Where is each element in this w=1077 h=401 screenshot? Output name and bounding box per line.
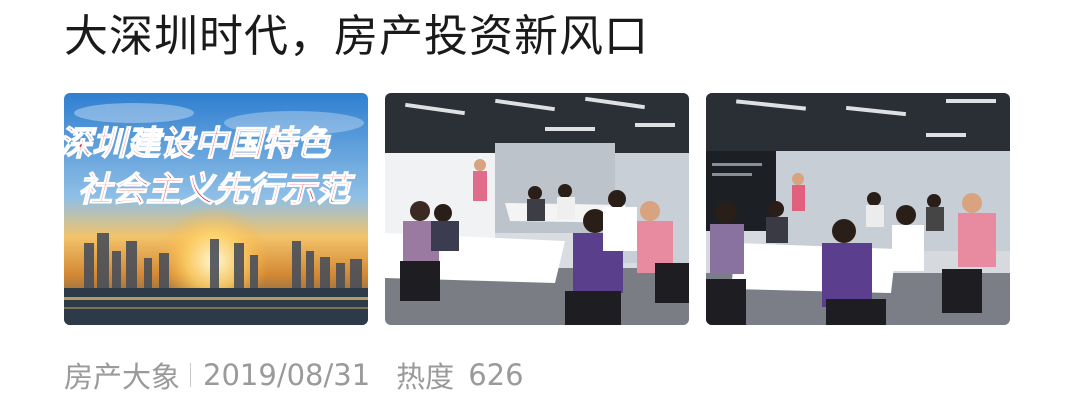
article-meta: 房产大象 2019/08/31 热度 626 (64, 352, 524, 398)
article-title[interactable]: 大深圳时代，房产投资新风口 (64, 8, 649, 66)
banner-line2: 社会主义先行示范 (78, 170, 356, 210)
seminar-audience-photo (706, 93, 1010, 325)
heat-label: 热度 (396, 360, 455, 394)
thumbnail-3[interactable] (706, 93, 1010, 325)
publish-date: 2019/08/31 (203, 358, 371, 392)
seminar-room-photo (385, 93, 689, 325)
heat-count: 626 (468, 358, 524, 392)
thumbnail-2[interactable] (385, 93, 689, 325)
city-skyline-banner-image: 深圳建设中国特色 社会主义先行示范 (64, 93, 368, 325)
thumbnail-1[interactable]: 深圳建设中国特色 社会主义先行示范 (64, 93, 368, 325)
meta-divider (190, 363, 192, 387)
banner-line1: 深圳建设中国特色 (64, 124, 331, 164)
thumbnail-strip: 深圳建设中国特色 社会主义先行示范 (64, 93, 1014, 325)
news-feed-card[interactable]: 大深圳时代，房产投资新风口 深圳建设中国特色 社会主义先行示范 房产大象 201… (0, 0, 1077, 401)
source-name[interactable]: 房产大象 (64, 354, 180, 396)
